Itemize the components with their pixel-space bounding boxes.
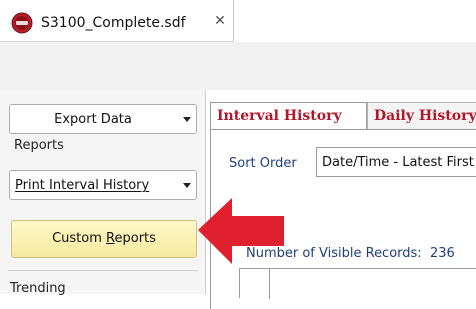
reports-section-label: Reports: [14, 138, 64, 153]
tab-daily-history[interactable]: Daily History: [367, 102, 476, 130]
chevron-down-icon: [183, 117, 191, 122]
trending-section-label: Trending: [10, 281, 66, 296]
visible-records-count: 236: [429, 246, 455, 261]
custom-reports-label-prefix: Custom: [52, 231, 107, 246]
grid-row-header: [240, 269, 270, 299]
document-tab[interactable]: S3100_Complete.sdf ✕: [0, 0, 234, 42]
print-report-dropdown[interactable]: Print Interval History: [9, 170, 197, 200]
callout-arrow-icon: [198, 198, 284, 264]
callout-arrow-shape: [198, 198, 284, 264]
chevron-down-icon: [183, 183, 191, 188]
tab-interval-history[interactable]: Interval History: [210, 102, 367, 130]
close-icon[interactable]: ✕: [213, 12, 227, 30]
sidebar: Export Data Reports Print Interval Histo…: [0, 90, 206, 296]
sort-order-value: Date/Time - Latest First: [322, 155, 474, 170]
export-data-label: Export Data: [54, 112, 132, 127]
export-data-dropdown[interactable]: Export Data: [9, 104, 197, 134]
sort-order-dropdown[interactable]: Date/Time - Latest First: [316, 147, 476, 177]
document-tab-title: S3100_Complete.sdf: [41, 15, 186, 31]
section-divider: [8, 270, 198, 271]
custom-reports-button[interactable]: Custom Reports: [11, 220, 197, 258]
toolbar-band: [0, 42, 476, 90]
custom-reports-label: Custom Reports: [12, 231, 196, 247]
print-report-value: Print Interval History: [15, 178, 150, 193]
custom-reports-label-suffix: eports: [114, 231, 156, 246]
app-logo-icon: [11, 12, 33, 34]
sort-order-label: Sort Order: [229, 156, 297, 171]
